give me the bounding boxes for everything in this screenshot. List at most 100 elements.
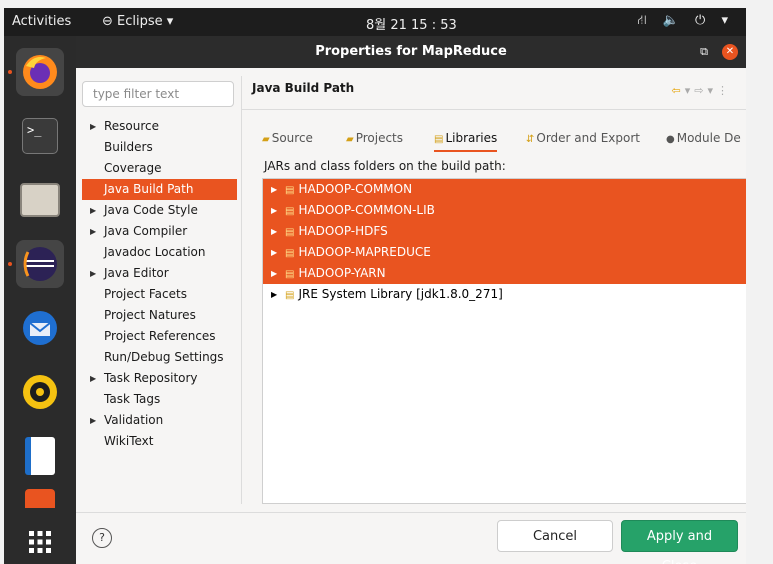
top-bar: Activities ⊖ Eclipse ▾ 8월 21 15 : 53 ⛙ 🔈… [4,8,746,36]
tab-source[interactable]: ▰ Source [262,126,313,150]
tree-item[interactable]: Java Build Path [82,179,237,200]
tree-item-label: Task Repository [104,371,198,385]
tree-item[interactable]: ▶ Resource [82,116,237,137]
expand-arrow-icon[interactable]: ▶ [271,179,277,200]
app-menu[interactable]: ⊖ Eclipse ▾ [102,14,173,29]
library-row[interactable]: ▶ ▤ HADOOP-COMMON [263,179,746,200]
app-menu-label: Eclipse [117,14,163,29]
dock-item-firefox[interactable] [8,48,64,96]
tree-item[interactable]: WikiText [82,431,237,452]
tree-item-label: Builders [104,140,153,154]
expand-arrow-icon[interactable]: ▶ [90,368,96,389]
vertical-divider [241,76,242,504]
library-icon: ▤ [285,206,295,217]
back-icon[interactable]: ⇦ [672,84,685,97]
dock-item-terminal[interactable]: >_ [16,112,64,160]
show-applications-button[interactable] [16,518,64,564]
back-menu-icon[interactable]: ▾ [685,84,695,97]
filter-input[interactable] [82,81,234,107]
library-icon: ▤ [285,227,295,238]
dock-item-writer[interactable] [16,432,64,480]
tab-module-dependencies[interactable]: ● Module De [666,126,741,150]
tree-item-label: Java Code Style [104,203,198,217]
library-row[interactable]: ▶ ▤ HADOOP-MAPREDUCE [263,242,746,263]
library-row[interactable]: ▶ ▤ HADOOP-HDFS [263,221,746,242]
library-icon: ▤ [285,269,295,280]
dock-item-eclipse[interactable] [8,240,64,288]
expand-arrow-icon[interactable]: ▶ [90,263,96,284]
tree-item[interactable]: ▶ Java Editor [82,263,237,284]
jars-label: JARs and class folders on the build path… [264,159,506,173]
tab-label: Libraries [445,131,498,145]
library-label: HADOOP-COMMON [298,182,413,196]
tree-item[interactable]: Javadoc Location [82,242,237,263]
cancel-button[interactable]: Cancel [497,520,613,552]
tree-item[interactable]: ▶ Java Code Style [82,200,237,221]
expand-arrow-icon[interactable]: ▶ [90,221,96,242]
tab-label: Module De [676,131,741,145]
tree-item-label: Project Facets [104,287,187,301]
dock-item-thunderbird[interactable] [16,304,64,352]
forward-icon[interactable]: ⇨ [694,84,707,97]
eclipse-icon [23,247,57,281]
apply-and-close-button[interactable]: Apply and Close [621,520,738,564]
section-title: Java Build Path [252,81,355,95]
tree-item[interactable]: ▶ Task Repository [82,368,237,389]
library-row[interactable]: ▶ ▤ HADOOP-COMMON-LIB [263,200,746,221]
more-icon[interactable]: ⋮ [717,84,732,97]
tree-item[interactable]: Project Facets [82,284,237,305]
tree-item[interactable]: ▶ Java Compiler [82,221,237,242]
tab-order-export[interactable]: ⇵ Order and Export [526,126,640,150]
restore-icon[interactable]: ⧉ [700,36,708,68]
library-label: HADOOP-HDFS [298,224,388,238]
tab-projects[interactable]: ▰ Projects [346,126,403,150]
chevron-down-icon: ▾ [166,14,174,29]
bottom-divider [76,512,746,513]
expand-arrow-icon[interactable]: ▶ [271,200,277,221]
expand-arrow-icon[interactable]: ▶ [90,200,96,221]
nav-controls: ⇦▾⇨▾⋮ [672,84,733,97]
firefox-icon [23,55,57,89]
close-icon[interactable]: ✕ [722,44,738,60]
files-icon [20,183,60,217]
dock-item-software[interactable] [16,488,64,508]
library-row[interactable]: ▶ ▤ HADOOP-YARN [263,263,746,284]
tree-item[interactable]: Run/Debug Settings [82,347,237,368]
terminal-icon: >_ [22,118,58,154]
library-row[interactable]: ▶ ▤ JRE System Library [jdk1.8.0_271] [263,284,746,305]
library-label: JRE System Library [jdk1.8.0_271] [298,287,503,301]
tree-item-label: Run/Debug Settings [104,350,224,364]
tree-item[interactable]: Task Tags [82,389,237,410]
dock-item-rhythmbox[interactable] [16,368,64,416]
expand-arrow-icon[interactable]: ▶ [271,284,277,305]
tree-item-label: Project References [104,329,216,343]
tree-item[interactable]: Builders [82,137,237,158]
help-icon[interactable]: ? [92,528,112,548]
tree-item[interactable]: ▶ Validation [82,410,237,431]
library-icon: ▤ [285,290,295,301]
dialog-title: Properties for MapReduce [315,44,507,59]
dock-item-files[interactable] [16,176,64,224]
expand-arrow-icon[interactable]: ▶ [90,116,96,137]
activities-button[interactable]: Activities [12,14,71,29]
clock[interactable]: 8월 21 15 : 53 [366,14,457,33]
system-tray[interactable]: ⛙ 🔈 ⏻ ▾ [637,13,734,30]
expand-arrow-icon[interactable]: ▶ [90,410,96,431]
tab-libraries[interactable]: ▤ Libraries [434,126,498,152]
tree-item[interactable]: Project References [82,326,237,347]
tree-item-label: Java Compiler [104,224,188,238]
library-list: ▶ ▤ HADOOP-COMMON ▶ ▤ HADOOP-COMMON-LIB ▶ ▤ HADO… [262,178,746,504]
expand-arrow-icon[interactable]: ▶ [271,221,277,242]
tree-item[interactable]: Project Natures [82,305,237,326]
tree-item-label: WikiText [104,434,154,448]
forward-menu-icon[interactable]: ▾ [707,84,717,97]
expand-arrow-icon[interactable]: ▶ [271,242,277,263]
thunderbird-icon [23,311,57,345]
software-icon [25,489,55,508]
dock: >_ [4,36,76,564]
rhythmbox-icon [23,375,57,409]
dialog-titlebar: Properties for MapReduce ⧉ ✕ [76,36,746,68]
expand-arrow-icon[interactable]: ▶ [271,263,277,284]
tree-item[interactable]: Coverage [82,158,237,179]
tree-item-label: Validation [104,413,164,427]
